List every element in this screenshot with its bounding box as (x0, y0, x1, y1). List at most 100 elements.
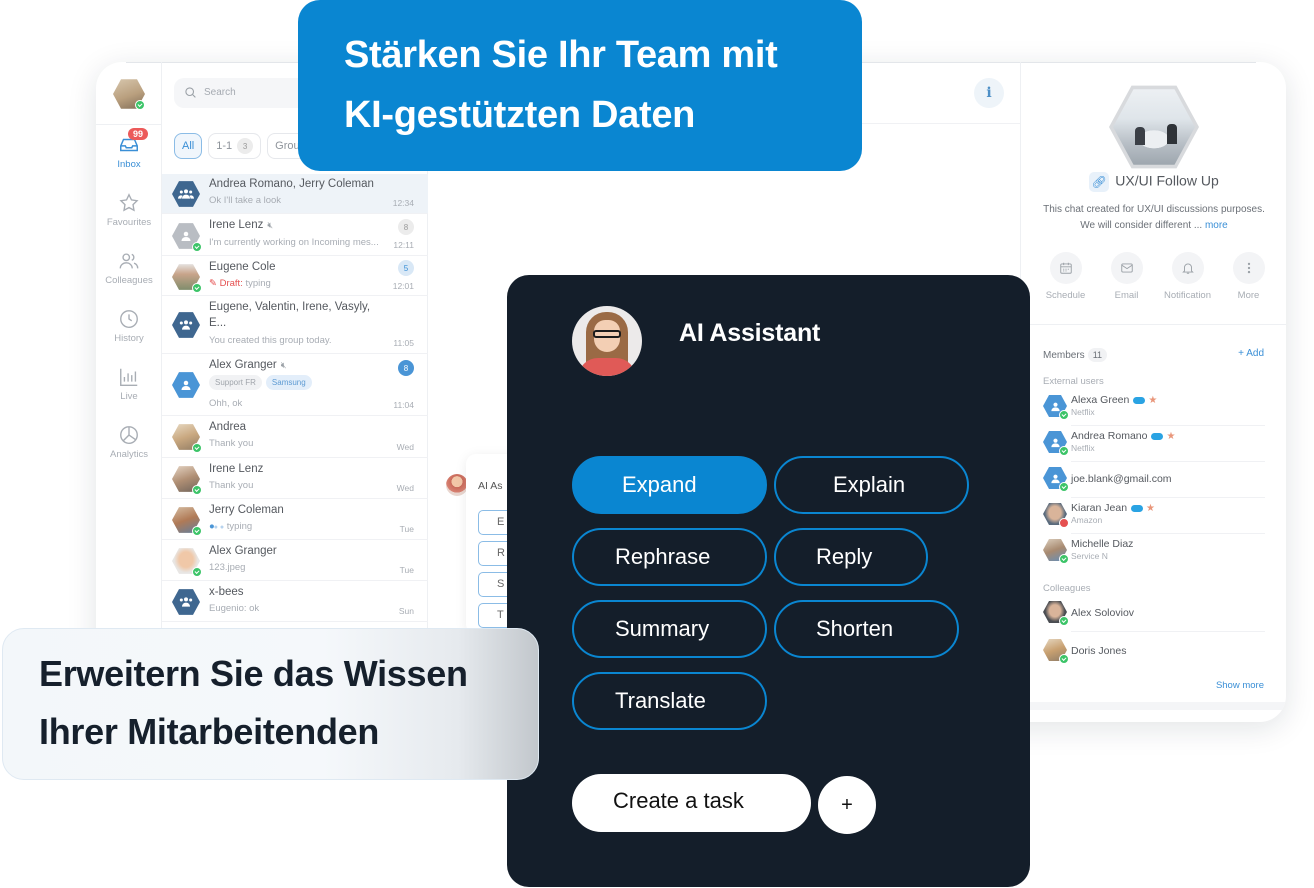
chat-time: 11:04 (393, 400, 414, 410)
user-avatar[interactable] (113, 78, 145, 110)
colleagues-label: Colleagues (1043, 583, 1091, 594)
rail-item-favourites[interactable]: Favourites (96, 192, 162, 228)
users-icon (119, 253, 139, 269)
chat-time: 11:05 (393, 338, 414, 348)
group-description: This chat created for UX/UI discussions … (1043, 204, 1265, 231)
schedule-button[interactable]: Schedule (1035, 252, 1096, 301)
rail-item-history[interactable]: History (96, 308, 162, 344)
online-status-icon (1059, 446, 1069, 456)
headline-line-1: Erweitern Sie das Wissen (39, 653, 468, 694)
chat-name: Andrea (209, 421, 247, 433)
action-label: More (1237, 290, 1260, 301)
chat-row[interactable]: x-bees Eugenio: ok Sun (162, 581, 428, 622)
contact-avatar (172, 547, 202, 577)
pie-chart-icon (120, 426, 138, 444)
member-row[interactable]: joe.blank@gmail.com (1043, 462, 1265, 498)
chat-preview: You created this group today. (209, 335, 332, 346)
member-avatar (1043, 538, 1069, 564)
member-row[interactable]: Alex Soloviov (1043, 596, 1265, 632)
contact-avatar (172, 423, 202, 453)
muted-icon: 🔇︎ (267, 220, 274, 230)
member-row[interactable]: Alexa Green ★ Netflix (1043, 390, 1265, 426)
rail-item-inbox[interactable]: 99 Inbox (96, 128, 162, 170)
filter-label: Grou (275, 140, 300, 152)
contact-avatar (172, 222, 202, 252)
contact-avatar (172, 371, 200, 399)
chat-row[interactable]: Eugene, Valentin, Irene, Vasyly, E... Yo… (162, 296, 428, 354)
member-avatar (1043, 466, 1069, 492)
info-button[interactable]: i (974, 78, 1004, 108)
member-row[interactable]: Kiaran Jean ★ Amazon (1043, 498, 1265, 534)
translate-button[interactable]: Translate (572, 672, 767, 730)
online-status-icon (1059, 654, 1069, 664)
add-member-button[interactable]: + Add (1238, 348, 1264, 359)
more-link[interactable]: more (1205, 220, 1228, 231)
info-icon: i (986, 85, 992, 101)
shorten-button[interactable]: Shorten (774, 600, 959, 658)
group-photo (1109, 82, 1199, 172)
clock-icon (120, 310, 138, 328)
rephrase-button[interactable]: Rephrase (572, 528, 767, 586)
pencil-icon: ✎ (209, 278, 220, 289)
rail-item-live[interactable]: Live (96, 366, 162, 402)
rail-item-colleagues[interactable]: Colleagues (96, 250, 162, 286)
email-button[interactable]: Email (1096, 252, 1157, 301)
person-icon (181, 380, 191, 390)
member-row[interactable]: Andrea Romano ★ Netflix (1043, 426, 1265, 462)
headline-card-bottom: Erweitern Sie das Wissen Ihrer Mitarbeit… (2, 628, 539, 780)
chat-row[interactable]: Irene Lenz 🔇︎ I'm currently working on In… (162, 214, 428, 256)
reply-button[interactable]: Reply (774, 528, 928, 586)
busy-status-icon (1059, 518, 1069, 528)
chat-name: x-bees (209, 586, 244, 598)
chat-rows: Andrea Romano, Jerry Coleman Ok I'll tak… (162, 174, 428, 622)
group-avatar (172, 180, 200, 208)
rail-item-analytics[interactable]: Analytics (96, 424, 162, 460)
chat-row[interactable]: Irene Lenz Thank you Wed (162, 458, 428, 499)
member-row[interactable]: Michelle Diaz Service N (1043, 534, 1265, 570)
chat-preview: Ohh, ok (209, 398, 243, 409)
chat-info-panel: 🔗︎ UX/UI Follow Up This chat created for … (1020, 62, 1286, 722)
online-status-icon (1059, 482, 1069, 492)
chat-row[interactable]: Jerry Coleman ●● ● typing Tue (162, 499, 428, 540)
filter-1-1[interactable]: 1-1 3 (208, 133, 262, 159)
envelope-icon (1120, 263, 1133, 273)
notification-button[interactable]: Notification (1157, 252, 1218, 301)
salesforce-icon (1151, 432, 1164, 440)
add-button[interactable]: + (818, 776, 876, 834)
summary-button[interactable]: Summary (572, 600, 767, 658)
explain-button[interactable]: Explain (774, 456, 969, 514)
chat-time: Wed (396, 442, 414, 452)
online-status-icon (1059, 616, 1069, 626)
typing-dot: ● ● (213, 524, 225, 531)
filter-all[interactable]: All (174, 133, 203, 159)
show-more-link[interactable]: Show more (1216, 680, 1264, 691)
more-button[interactable]: More (1218, 252, 1279, 301)
expand-button[interactable]: Expand (572, 456, 767, 514)
chat-row[interactable]: Eugene Cole ✎ Draft: typing 5 12:01 (162, 256, 428, 296)
member-row[interactable]: Doris Jones (1043, 634, 1265, 670)
chat-preview: 123.jpeg (209, 562, 246, 573)
filter-label: 1-1 (216, 140, 233, 152)
online-status-icon (192, 526, 202, 536)
chat-time: Tue (399, 565, 414, 575)
group-icon (178, 189, 194, 199)
chat-name: Eugene Cole (209, 261, 276, 273)
plus-icon: + (841, 793, 853, 816)
chat-row[interactable]: Andrea Romano, Jerry Coleman Ok I'll tak… (162, 174, 428, 214)
chat-row[interactable]: Alex Granger 🔇︎ Support FR Samsung Ohh, ok… (162, 354, 428, 416)
chat-preview: Eugenio: ok (209, 603, 260, 614)
online-status-icon (1059, 554, 1069, 564)
panel-actions: Schedule Email Notification More (1035, 252, 1279, 301)
group-avatar (172, 311, 200, 339)
search-placeholder: Search (204, 87, 236, 98)
chat-row[interactable]: Alex Granger 123.jpeg Tue (162, 540, 428, 581)
chat-row[interactable]: Andrea Thank you Wed (162, 416, 428, 458)
online-status-icon (192, 567, 202, 577)
calendar-icon (1059, 262, 1072, 274)
members-count: 11 (1087, 348, 1108, 362)
action-label: Email (1114, 290, 1139, 301)
member-name: Alex Soloviov (1071, 607, 1135, 619)
members-header: Members 11 (1043, 348, 1108, 362)
member-avatar (1043, 638, 1069, 664)
create-task-button[interactable]: Create a task (572, 774, 811, 832)
